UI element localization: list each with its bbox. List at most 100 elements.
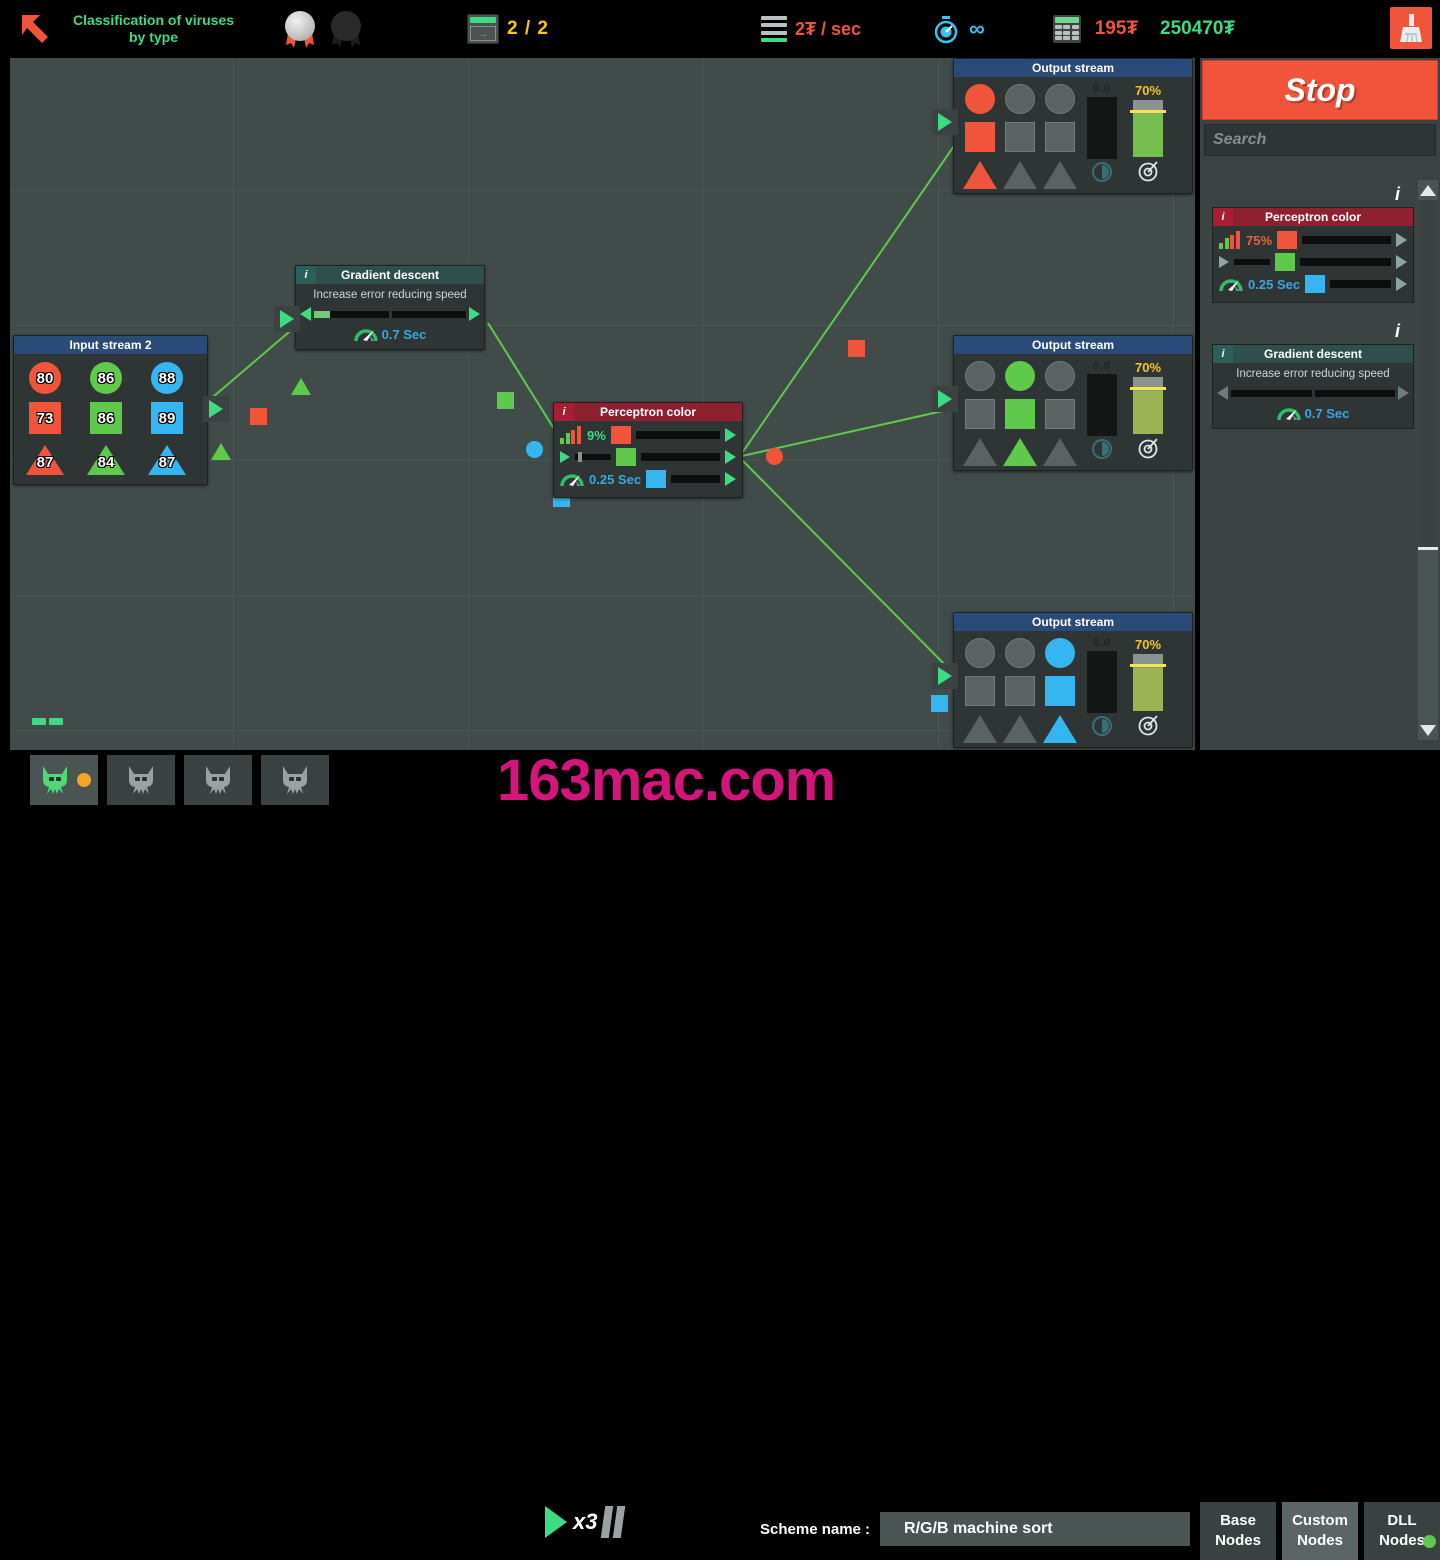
input-port-arrow-icon[interactable] [560, 451, 570, 463]
perceptron-out-arrow-blue[interactable] [725, 472, 736, 486]
library-node-card[interactable]: Gradient descentiIncrease error reducing… [1212, 344, 1414, 429]
gradient-descent-node[interactable]: Gradient descent i Increase error reduci… [295, 265, 485, 350]
info-icon[interactable]: i [1213, 345, 1233, 363]
increase-arrow-icon[interactable] [469, 307, 480, 321]
output-cell[interactable] [964, 398, 996, 430]
gradient-descent-slider-row[interactable] [296, 307, 484, 325]
scrollbar-thumb[interactable] [1418, 200, 1438, 550]
node-graph-canvas[interactable]: Input stream 2 808688738689878487 Gradie… [10, 58, 1195, 750]
library-swatch-blue[interactable] [1305, 275, 1325, 293]
output-stream-node[interactable]: Output stream0.070% [953, 58, 1193, 194]
output-cell[interactable] [964, 360, 996, 392]
increase-arrow-icon[interactable] [1398, 386, 1409, 400]
library-scrollbar[interactable] [1418, 180, 1438, 740]
input-stream-node[interactable]: Input stream 2 808688738689878487 [13, 335, 208, 485]
perceptron-row-red[interactable]: 9% [560, 425, 736, 445]
input-port-arrow-icon[interactable] [1219, 256, 1229, 268]
speed-control[interactable]: x3 [545, 1506, 623, 1538]
output-stream-node[interactable]: Output stream0.070% [953, 612, 1193, 748]
output-cell[interactable] [1004, 159, 1036, 191]
library-out-arrow-blue[interactable] [1396, 277, 1407, 291]
tab-dll-nodes[interactable]: DLLNodes [1364, 1502, 1440, 1560]
output-cell[interactable] [1044, 398, 1076, 430]
output-accuracy-meter[interactable] [1133, 100, 1163, 157]
info-icon[interactable]: i [296, 266, 316, 284]
output-cell[interactable] [1044, 637, 1076, 669]
output-port-arrow-icon[interactable] [203, 396, 229, 422]
save-slot[interactable] [107, 755, 175, 805]
output-cell[interactable] [1044, 159, 1076, 191]
output-cell[interactable] [1004, 675, 1036, 707]
output-cell[interactable] [1004, 121, 1036, 153]
output-accuracy-meter[interactable] [1133, 654, 1163, 711]
target-icon[interactable] [1136, 436, 1160, 465]
library-row-blue[interactable]: 0.25 Sec [1219, 274, 1407, 294]
output-cell[interactable] [1044, 713, 1076, 745]
output-cell[interactable] [964, 637, 996, 669]
output-cell[interactable] [964, 436, 996, 468]
pause-icon[interactable] [603, 1506, 623, 1538]
library-slider-left[interactable] [1231, 390, 1312, 397]
perceptron-swatch-green[interactable] [616, 448, 636, 466]
save-slot[interactable] [30, 755, 98, 805]
output-cell[interactable] [1044, 675, 1076, 707]
target-icon[interactable] [1136, 159, 1160, 188]
search-input[interactable]: Search [1204, 124, 1436, 156]
library-out-arrow-red[interactable] [1396, 233, 1407, 247]
output-stream-node[interactable]: Output stream0.070% [953, 335, 1193, 471]
output-cell[interactable] [1004, 436, 1036, 468]
library-node-card[interactable]: Perceptron colori75%0.25 Sec [1212, 207, 1414, 303]
accept-port-arrow-icon[interactable] [932, 109, 958, 135]
perceptron-row-blue[interactable]: 0.25 Sec [560, 469, 736, 489]
back-arrow-icon[interactable] [16, 9, 56, 49]
perceptron-swatch-blue[interactable] [646, 470, 666, 488]
library-swatch-green[interactable] [1275, 253, 1295, 271]
node-library-list[interactable]: iPerceptron colori75%0.25 SeciGradient d… [1204, 180, 1420, 740]
knob-icon[interactable] [1091, 715, 1113, 742]
output-cell[interactable] [1004, 398, 1036, 430]
output-cell[interactable] [1044, 83, 1076, 115]
output-cell[interactable] [1004, 360, 1036, 392]
knob-icon[interactable] [1091, 438, 1113, 465]
output-accuracy-meter[interactable] [1133, 377, 1163, 434]
tab-custom-nodes[interactable]: CustomNodes [1282, 1502, 1358, 1560]
gradient-slider-right[interactable] [392, 311, 467, 318]
save-slot[interactable] [184, 755, 252, 805]
decrease-arrow-icon[interactable] [1217, 386, 1228, 400]
output-cell[interactable] [1004, 83, 1036, 115]
library-track-red[interactable] [1302, 236, 1391, 244]
accept-port-arrow-icon[interactable] [932, 386, 958, 412]
output-cell[interactable] [964, 675, 996, 707]
library-track-blue[interactable] [1330, 280, 1391, 288]
decrease-arrow-icon[interactable] [300, 307, 311, 321]
perceptron-out-arrow-green[interactable] [725, 450, 736, 464]
play-icon[interactable] [545, 1506, 567, 1538]
perceptron-track-red[interactable] [636, 431, 720, 439]
scroll-up-arrow-icon[interactable] [1418, 180, 1438, 200]
perceptron-track-green[interactable] [641, 453, 720, 461]
output-cell[interactable] [964, 713, 996, 745]
perceptron-out-arrow-red[interactable] [725, 428, 736, 442]
library-row-red[interactable]: 75% [1219, 230, 1407, 250]
library-out-arrow-green[interactable] [1396, 255, 1407, 269]
output-cell[interactable] [1004, 713, 1036, 745]
library-info-icon[interactable]: i [1204, 321, 1414, 342]
library-swatch-red[interactable] [1277, 231, 1297, 249]
output-cell[interactable] [1044, 121, 1076, 153]
knob-icon[interactable] [1091, 161, 1113, 188]
perceptron-color-node[interactable]: Perceptron color i 9% [553, 402, 743, 498]
library-info-icon[interactable]: i [1204, 184, 1414, 205]
input-port-arrow-icon[interactable] [274, 306, 300, 332]
info-icon[interactable]: i [1213, 208, 1233, 226]
library-slider-right[interactable] [1315, 390, 1396, 397]
scheme-name-input[interactable]: R/G/B machine sort [880, 1512, 1190, 1546]
library-row-green[interactable] [1219, 252, 1407, 272]
tab-base-nodes[interactable]: BaseNodes [1200, 1502, 1276, 1560]
broom-clean-icon[interactable] [1390, 7, 1432, 49]
save-slot[interactable] [261, 755, 329, 805]
perceptron-track-blue[interactable] [671, 475, 720, 483]
library-track-green[interactable] [1300, 258, 1391, 266]
scroll-down-arrow-icon[interactable] [1418, 720, 1438, 740]
output-cell[interactable] [1044, 436, 1076, 468]
stop-button[interactable]: Stop [1202, 60, 1438, 120]
